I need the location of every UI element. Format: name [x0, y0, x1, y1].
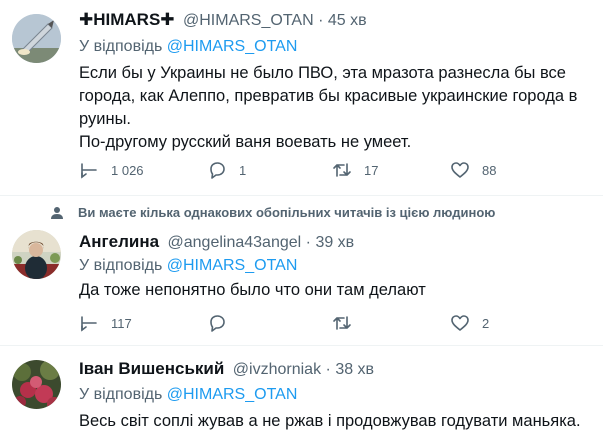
- reply-icon: [81, 163, 97, 179]
- reply-icon: [81, 316, 97, 332]
- mutual-followers-notice: Ви маєте кілька однакових обопільних чит…: [50, 205, 495, 220]
- like-button[interactable]: 88: [450, 160, 496, 180]
- reply-mention[interactable]: @HIMARS_OTAN: [167, 38, 298, 55]
- reply-prefix: У відповідь: [79, 386, 163, 403]
- retweet-count: 17: [364, 162, 379, 178]
- separator-dot: ·: [325, 361, 336, 378]
- tweet-text-line: руины.: [79, 110, 132, 128]
- reply-prefix: У відповідь: [79, 257, 163, 274]
- reply-count: 1 026: [111, 162, 144, 178]
- tweet-text-line: города, как Алеппо, превратив бы красивы…: [79, 87, 578, 105]
- tweet-actions: 1 026 1 17 88: [79, 160, 599, 184]
- retweet-icon: [333, 163, 351, 177]
- tweet-actions: 117 2: [79, 313, 599, 337]
- person-icon: [51, 206, 63, 219]
- comment-icon: [210, 162, 225, 179]
- tweet-text-line: По-другому русский ваня воевать не умеет…: [79, 133, 412, 151]
- retweet-button[interactable]: 17: [332, 160, 378, 180]
- like-count: 88: [482, 162, 497, 178]
- avatar[interactable]: [12, 230, 61, 279]
- author-name[interactable]: Іван Вишенський: [79, 359, 224, 378]
- tweet-text-line: Весь світ соплі жував а не ржав і продов…: [79, 412, 581, 430]
- comment-button[interactable]: 1: [207, 160, 246, 180]
- tweet-1[interactable]: ✚HIMARS✚ @HIMARS_OTAN · 45 хв У відповід…: [0, 0, 603, 195]
- comment-icon: [210, 315, 225, 332]
- avatar[interactable]: [12, 14, 61, 63]
- tweet-3[interactable]: Іван Вишенський @ivzhorniak · 38 хв У ві…: [0, 346, 603, 445]
- retweet-button[interactable]: [332, 313, 364, 333]
- tweet-text: Если бы у Украины не было ПВО, эта мразо…: [79, 62, 599, 154]
- reply-mention[interactable]: @HIMARS_OTAN: [167, 386, 298, 403]
- like-button[interactable]: 2: [450, 313, 489, 333]
- tweet-text-line: Если бы у Украины не было ПВО, эта мразо…: [79, 64, 566, 82]
- timestamp[interactable]: 38 хв: [335, 361, 374, 378]
- reply-count: 117: [111, 315, 132, 331]
- comment-button[interactable]: [207, 313, 239, 333]
- author-handle[interactable]: @ivzhorniak: [233, 361, 321, 378]
- heart-icon: [451, 315, 469, 331]
- avatar[interactable]: [12, 360, 61, 409]
- avatar-image: [12, 360, 61, 409]
- tweet-text-line: Да тоже непонятно было что они там делаю…: [79, 281, 426, 299]
- heart-icon: [451, 162, 469, 178]
- tweet-2[interactable]: Ангелина @angelina43angel · 39 хв У відп…: [0, 225, 603, 343]
- notice-text: Ви маєте кілька однакових обопільних чит…: [78, 205, 496, 220]
- reply-mention[interactable]: @HIMARS_OTAN: [167, 257, 298, 274]
- reply-prefix: У відповідь: [79, 38, 163, 55]
- avatar-image: [12, 230, 61, 279]
- retweet-icon: [333, 316, 351, 330]
- separator-dot: ·: [318, 12, 328, 29]
- avatar-image: [12, 14, 61, 63]
- tweet-text: Да тоже непонятно было что они там делаю…: [79, 279, 599, 302]
- reply-count-button[interactable]: 1 026: [79, 160, 144, 180]
- like-count: 2: [482, 315, 490, 331]
- separator-dot: ·: [305, 234, 316, 251]
- author-handle[interactable]: @HIMARS_OTAN: [183, 12, 314, 29]
- author-handle[interactable]: @angelina43angel: [168, 234, 302, 251]
- divider: [0, 195, 603, 196]
- timestamp[interactable]: 39 хв: [315, 234, 354, 251]
- comment-count: 1: [239, 162, 247, 178]
- tweet-text: Весь світ соплі жував а не ржав і продов…: [79, 410, 603, 433]
- author-name[interactable]: Ангелина: [79, 232, 159, 251]
- timestamp[interactable]: 45 хв: [328, 12, 367, 29]
- reply-count-button[interactable]: 117: [79, 313, 132, 333]
- author-name[interactable]: ✚HIMARS✚: [79, 10, 175, 29]
